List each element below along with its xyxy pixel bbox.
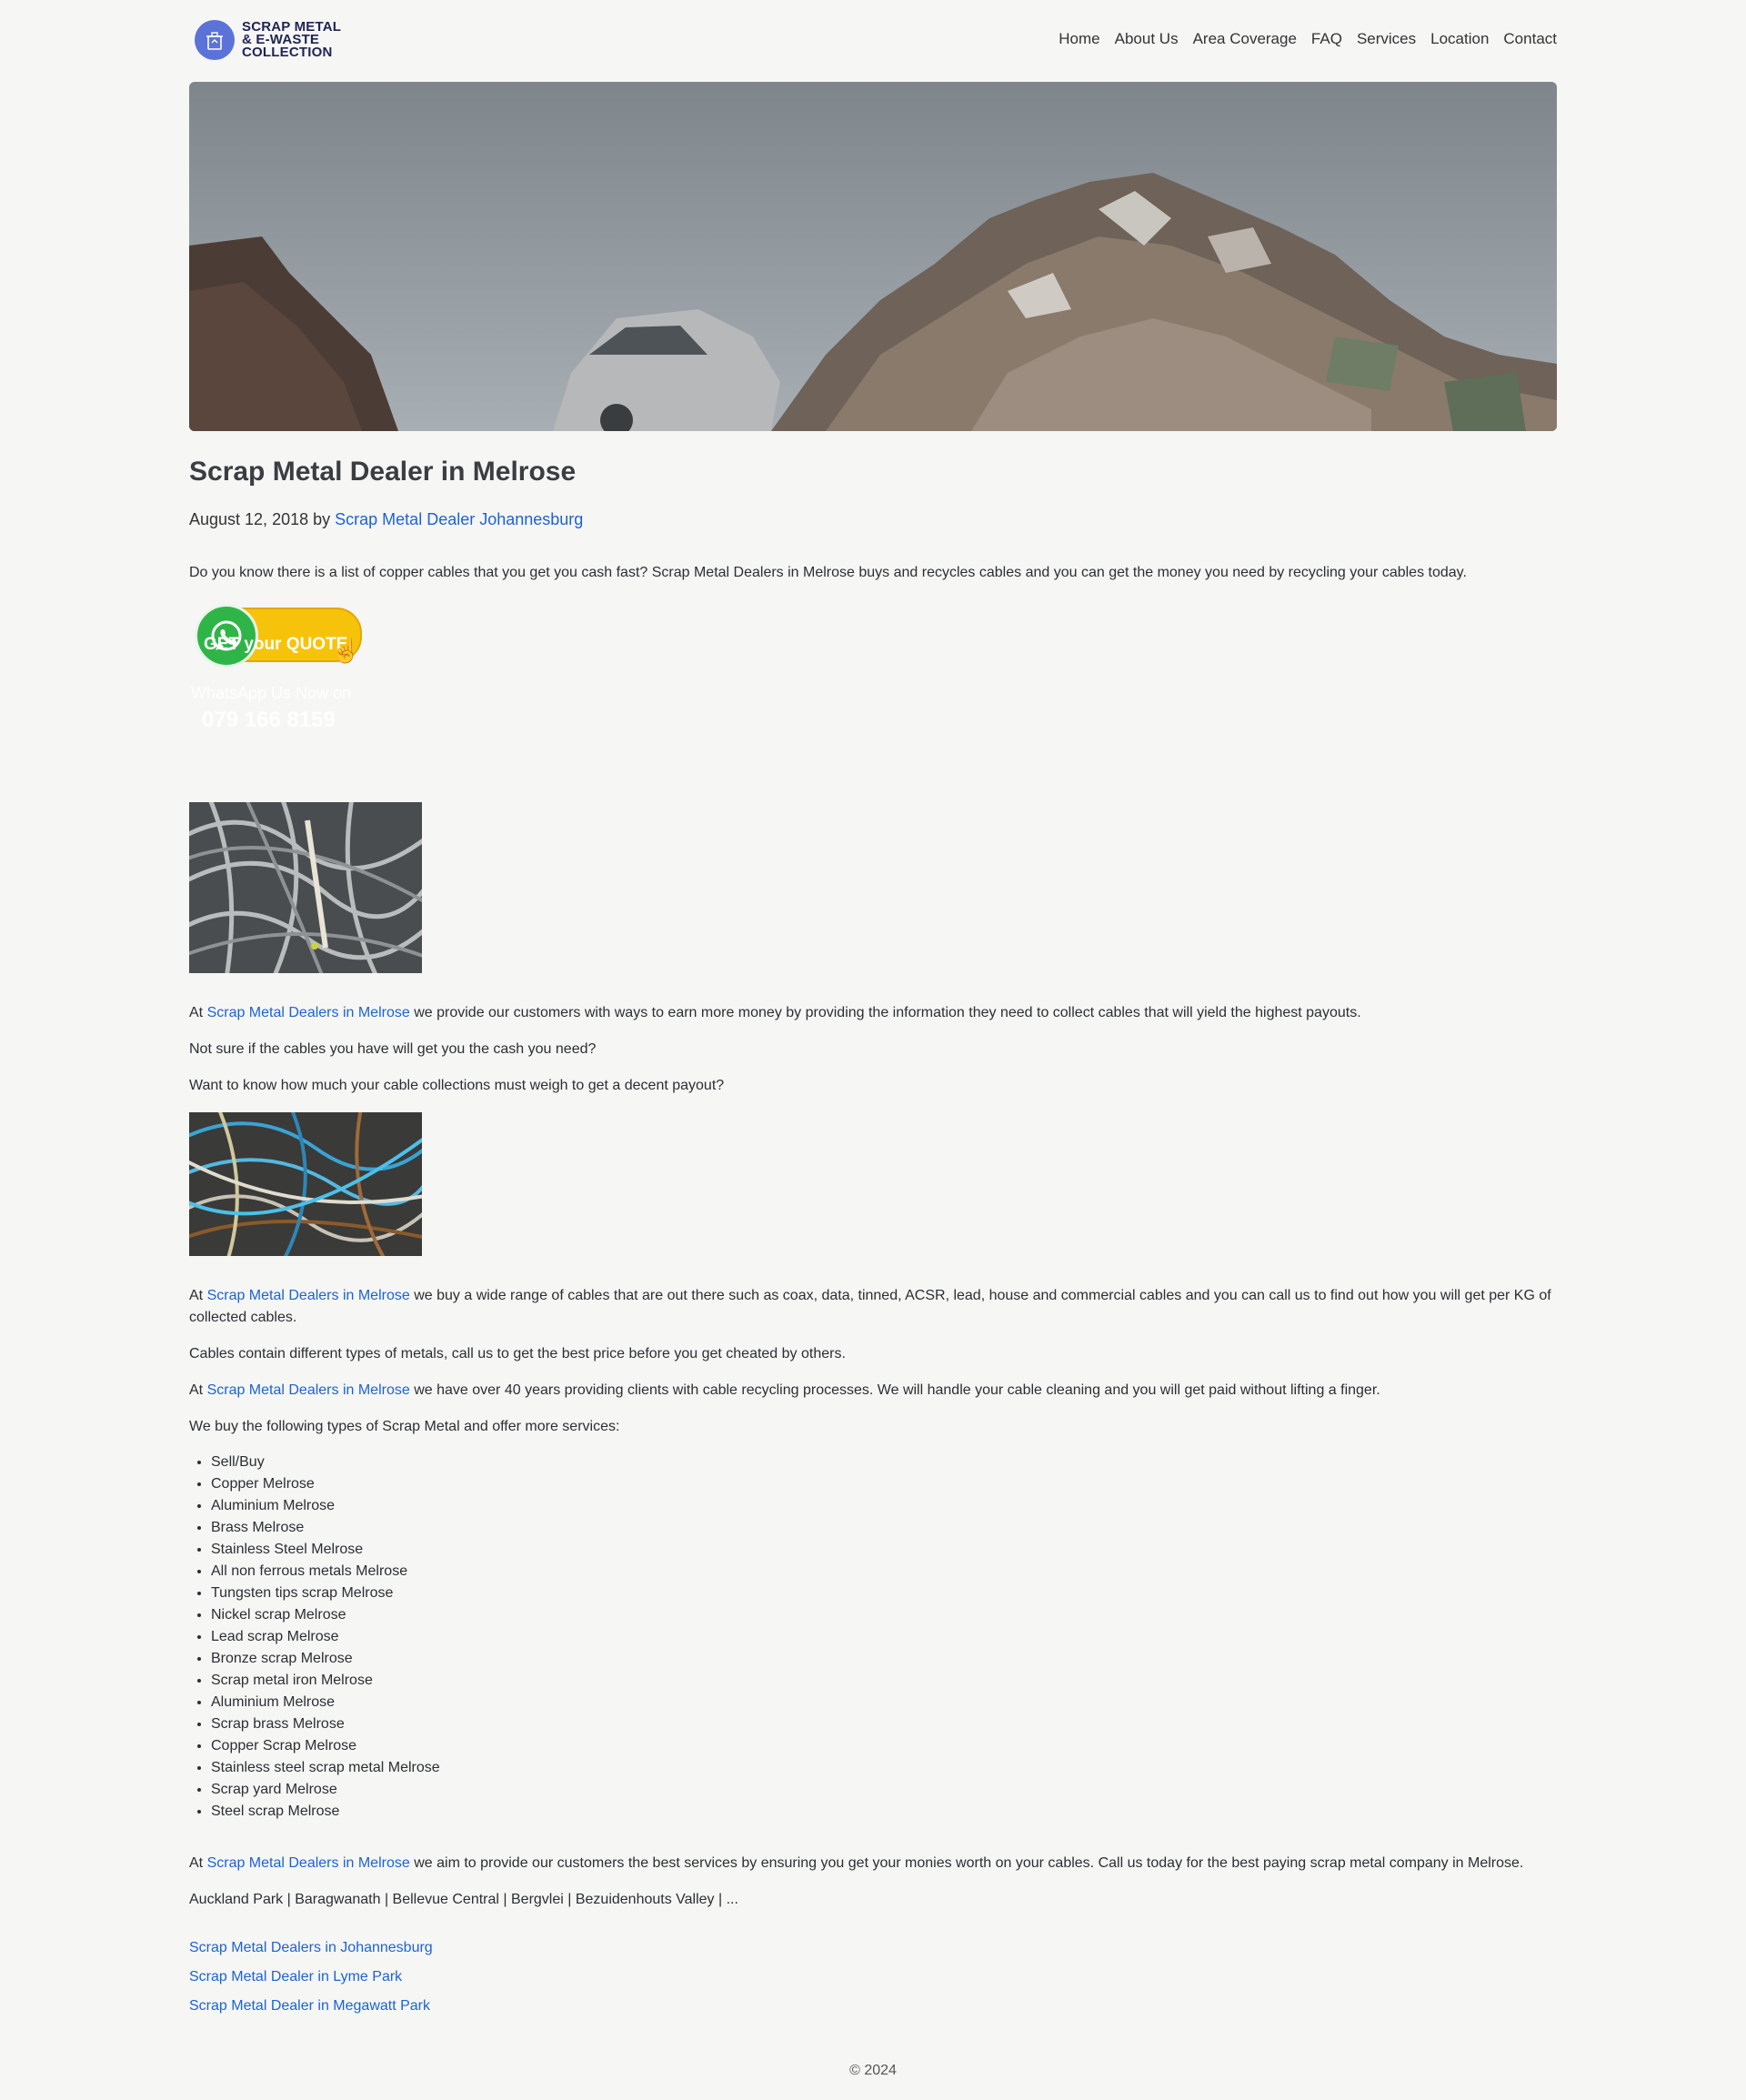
p1-suffix: we provide our customers with ways to ea…: [409, 1005, 1361, 1020]
p8-prefix: At: [189, 1855, 207, 1871]
p1-prefix: At: [189, 1005, 207, 1020]
paragraph-3: Want to know how much your cable collect…: [189, 1078, 725, 1093]
nav-contact[interactable]: Contact: [1503, 30, 1557, 48]
related-link-lyme-park[interactable]: Scrap Metal Dealer in Lyme Park: [189, 1969, 402, 1985]
paragraph-5: Cables contain different types of metals…: [189, 1346, 846, 1361]
p4-prefix: At: [189, 1288, 207, 1303]
list-item: Nickel scrap Melrose: [211, 1604, 440, 1626]
list-item: Scrap brass Melrose: [211, 1713, 440, 1735]
paragraph-8: At Scrap Metal Dealers in Melrose we aim…: [189, 1853, 1557, 1874]
p8-suffix: we aim to provide our customers the best…: [409, 1855, 1524, 1871]
list-item: Brass Melrose: [211, 1517, 440, 1539]
list-item: Sell/Buy: [211, 1452, 440, 1473]
nav-services[interactable]: Services: [1357, 30, 1416, 48]
melrose-link-1[interactable]: Scrap Metal Dealers in Melrose: [207, 1005, 410, 1020]
logo-wordmark: SCRAP METAL & E-WASTE COLLECTION: [242, 20, 341, 60]
melrose-link-3[interactable]: Scrap Metal Dealers in Melrose: [207, 1382, 410, 1398]
list-item: Stainless steel scrap metal Melrose: [211, 1757, 440, 1779]
page-title: Scrap Metal Dealer in Melrose: [189, 457, 577, 487]
paragraph-6: At Scrap Metal Dealers in Melrose we hav…: [189, 1380, 1557, 1402]
paragraph-4: At Scrap Metal Dealers in Melrose we buy…: [189, 1285, 1557, 1329]
footer-copyright: © 2024: [849, 2063, 897, 2078]
cables-image-colored: [189, 1112, 422, 1256]
p6-prefix: At: [189, 1382, 207, 1398]
main-nav: Home About Us Area Coverage FAQ Services…: [1044, 30, 1557, 48]
nav-faq[interactable]: FAQ: [1311, 30, 1342, 48]
site-logo[interactable]: SCRAP METAL & E-WASTE COLLECTION: [195, 20, 341, 60]
site-header: SCRAP METAL & E-WASTE COLLECTION Home Ab…: [189, 0, 1557, 82]
list-item: Bronze scrap Melrose: [211, 1648, 440, 1670]
list-item: Aluminium Melrose: [211, 1495, 440, 1517]
list-item: Scrap metal iron Melrose: [211, 1670, 440, 1692]
paragraph-7: We buy the following types of Scrap Meta…: [189, 1419, 620, 1434]
hero-image: [189, 82, 1557, 431]
post-meta: August 12, 2018 by Scrap Metal Dealer Jo…: [189, 510, 583, 529]
post-date: August 12, 2018: [189, 510, 309, 528]
list-item: Tungsten tips scrap Melrose: [211, 1583, 440, 1604]
related-link-megawatt-park[interactable]: Scrap Metal Dealer in Megawatt Park: [189, 1998, 430, 2015]
paragraph-2: Not sure if the cables you have will get…: [189, 1041, 597, 1057]
post-by: by: [313, 510, 331, 528]
logo-line-3: COLLECTION: [242, 45, 333, 60]
areas-list: Auckland Park | Baragwanath | Bellevue C…: [189, 1892, 738, 1907]
related-link-johannesburg[interactable]: Scrap Metal Dealers in Johannesburg: [189, 1940, 433, 1956]
list-item: Copper Scrap Melrose: [211, 1735, 440, 1757]
list-item: Copper Melrose: [211, 1473, 440, 1495]
intro-paragraph: Do you know there is a list of copper ca…: [189, 565, 1467, 580]
quote-button-text: GET your QUOTE: [204, 635, 348, 654]
page: SCRAP METAL & E-WASTE COLLECTION Home Ab…: [0, 0, 1746, 2100]
cables-image-grey: [189, 802, 422, 973]
list-item: All non ferrous metals Melrose: [211, 1561, 440, 1583]
pointer-hand-icon: ☝: [331, 637, 361, 664]
list-item: Lead scrap Melrose: [211, 1626, 440, 1648]
nav-area-coverage[interactable]: Area Coverage: [1193, 30, 1297, 48]
nav-about-us[interactable]: About Us: [1115, 30, 1179, 48]
list-item: Stainless Steel Melrose: [211, 1539, 440, 1561]
whatsapp-quote-badge[interactable]: GET your QUOTE ☝ WhatsApp Us Now on 079 …: [189, 600, 371, 737]
whatsapp-label: WhatsApp Us Now on: [191, 684, 352, 702]
whatsapp-phone: 079 166 8159: [202, 708, 336, 732]
melrose-link-2[interactable]: Scrap Metal Dealers in Melrose: [207, 1288, 410, 1303]
list-item: Steel scrap Melrose: [211, 1801, 440, 1823]
paragraph-1: At Scrap Metal Dealers in Melrose we pro…: [189, 1002, 1557, 1024]
nav-location[interactable]: Location: [1430, 30, 1489, 48]
post-author-link[interactable]: Scrap Metal Dealer Johannesburg: [335, 510, 583, 528]
nav-home[interactable]: Home: [1059, 30, 1099, 48]
p6-suffix: we have over 40 years providing clients …: [409, 1382, 1380, 1398]
services-list: Sell/Buy Copper Melrose Aluminium Melros…: [189, 1452, 440, 1823]
list-item: Scrap yard Melrose: [211, 1779, 440, 1801]
melrose-link-4[interactable]: Scrap Metal Dealers in Melrose: [207, 1855, 410, 1871]
list-item: Aluminium Melrose: [211, 1692, 440, 1713]
recycle-bin-icon: [195, 20, 235, 60]
